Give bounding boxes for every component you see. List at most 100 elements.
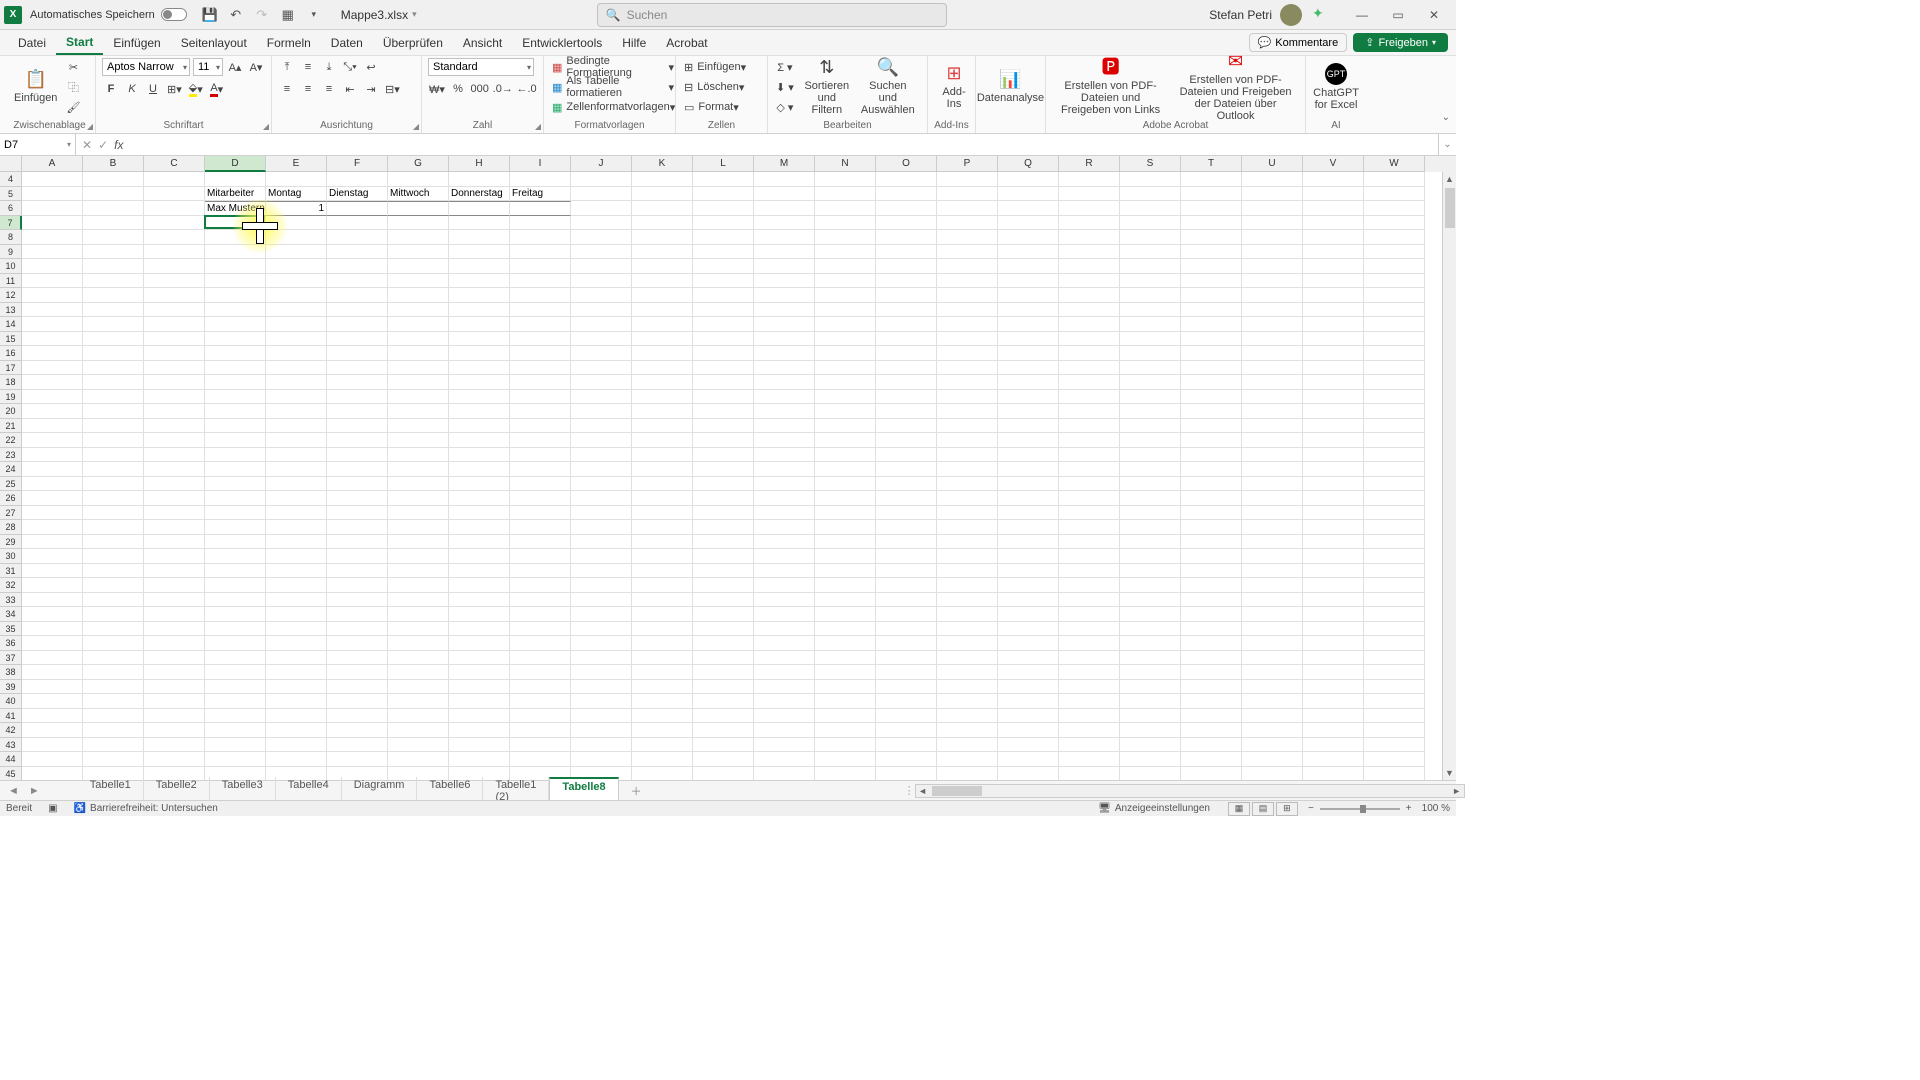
- cell[interactable]: [754, 549, 815, 564]
- cell[interactable]: [1364, 187, 1425, 202]
- cell[interactable]: [632, 172, 693, 187]
- cell[interactable]: [83, 491, 144, 506]
- cell[interactable]: [632, 738, 693, 753]
- cell[interactable]: [144, 346, 205, 361]
- cell[interactable]: [510, 375, 571, 390]
- cell[interactable]: [449, 506, 510, 521]
- cell[interactable]: [632, 709, 693, 724]
- cell[interactable]: [388, 593, 449, 608]
- italic-button[interactable]: K: [123, 80, 141, 98]
- cell[interactable]: [937, 665, 998, 680]
- cell[interactable]: [144, 738, 205, 753]
- cell[interactable]: [22, 752, 83, 767]
- cell[interactable]: [388, 346, 449, 361]
- cell[interactable]: [1303, 752, 1364, 767]
- cell[interactable]: [998, 767, 1059, 782]
- cell[interactable]: [205, 694, 266, 709]
- cell[interactable]: [83, 317, 144, 332]
- cell[interactable]: [1120, 245, 1181, 260]
- cell[interactable]: [693, 390, 754, 405]
- cell[interactable]: [1059, 665, 1120, 680]
- cell[interactable]: [266, 419, 327, 434]
- cell[interactable]: [1364, 564, 1425, 579]
- cell[interactable]: [144, 303, 205, 318]
- cell[interactable]: [388, 201, 449, 216]
- cell[interactable]: [693, 230, 754, 245]
- cell[interactable]: [1181, 303, 1242, 318]
- cell[interactable]: [1059, 723, 1120, 738]
- cell[interactable]: [388, 520, 449, 535]
- cell[interactable]: [144, 361, 205, 376]
- cell[interactable]: [1120, 694, 1181, 709]
- cell[interactable]: [693, 593, 754, 608]
- row-header[interactable]: 25: [0, 477, 22, 492]
- cell[interactable]: [1059, 230, 1120, 245]
- cell[interactable]: [1120, 462, 1181, 477]
- col-header-O[interactable]: O: [876, 156, 937, 172]
- cell[interactable]: [144, 477, 205, 492]
- cell[interactable]: [449, 738, 510, 753]
- cell[interactable]: [1364, 549, 1425, 564]
- cell[interactable]: [754, 622, 815, 637]
- confirm-formula-icon[interactable]: ✓: [98, 138, 108, 152]
- cell[interactable]: [22, 477, 83, 492]
- col-header-Q[interactable]: Q: [998, 156, 1059, 172]
- cell[interactable]: [998, 665, 1059, 680]
- cell[interactable]: [876, 564, 937, 579]
- cell[interactable]: [449, 419, 510, 434]
- cell[interactable]: [632, 259, 693, 274]
- cell[interactable]: [693, 723, 754, 738]
- cell[interactable]: [1303, 665, 1364, 680]
- cell[interactable]: [693, 259, 754, 274]
- cell[interactable]: [1059, 622, 1120, 637]
- cell[interactable]: [449, 346, 510, 361]
- cell[interactable]: [754, 361, 815, 376]
- cell[interactable]: [937, 593, 998, 608]
- cell[interactable]: [1181, 346, 1242, 361]
- cell[interactable]: [205, 448, 266, 463]
- cell[interactable]: [571, 752, 632, 767]
- cell[interactable]: [449, 477, 510, 492]
- cell[interactable]: [205, 332, 266, 347]
- cell[interactable]: [144, 694, 205, 709]
- cell[interactable]: [510, 593, 571, 608]
- cell[interactable]: [266, 593, 327, 608]
- cell[interactable]: [144, 593, 205, 608]
- cell[interactable]: [1181, 201, 1242, 216]
- cell[interactable]: [83, 404, 144, 419]
- cell[interactable]: [937, 390, 998, 405]
- cell[interactable]: [83, 477, 144, 492]
- chatgpt-button[interactable]: GPT ChatGPT for Excel: [1312, 58, 1360, 114]
- cell[interactable]: [388, 375, 449, 390]
- cell[interactable]: [510, 564, 571, 579]
- cell[interactable]: [1181, 274, 1242, 289]
- cell[interactable]: [1303, 245, 1364, 260]
- cell[interactable]: [83, 680, 144, 695]
- cell[interactable]: [510, 477, 571, 492]
- cell[interactable]: [1120, 578, 1181, 593]
- cell[interactable]: [693, 506, 754, 521]
- cell[interactable]: [1364, 491, 1425, 506]
- cell[interactable]: [571, 216, 632, 231]
- row-header[interactable]: 18: [0, 375, 22, 390]
- cell[interactable]: [1303, 303, 1364, 318]
- cell[interactable]: [815, 216, 876, 231]
- cell[interactable]: [144, 375, 205, 390]
- cell[interactable]: [449, 172, 510, 187]
- cell[interactable]: [1120, 187, 1181, 202]
- font-size-select[interactable]: 11: [193, 58, 223, 76]
- cell[interactable]: [22, 665, 83, 680]
- cell[interactable]: [266, 332, 327, 347]
- cell[interactable]: [632, 767, 693, 782]
- cell[interactable]: [571, 346, 632, 361]
- row-header[interactable]: 40: [0, 694, 22, 709]
- cell[interactable]: [1242, 172, 1303, 187]
- cell[interactable]: [632, 607, 693, 622]
- cell[interactable]: [205, 738, 266, 753]
- row-header[interactable]: 34: [0, 607, 22, 622]
- cell[interactable]: [449, 245, 510, 260]
- cell[interactable]: [1120, 680, 1181, 695]
- row-header[interactable]: 9: [0, 245, 22, 260]
- row-header[interactable]: 44: [0, 752, 22, 767]
- cell[interactable]: [815, 477, 876, 492]
